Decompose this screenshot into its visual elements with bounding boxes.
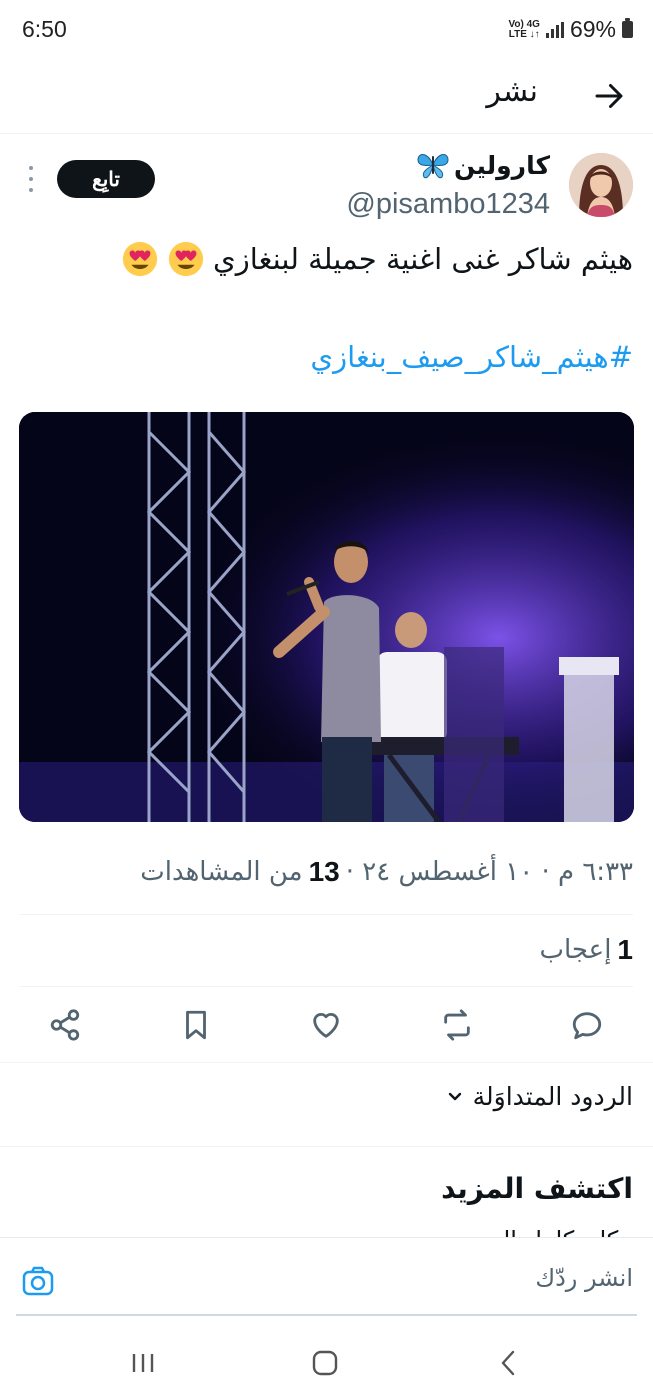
sort-label: الردود المتداوَلة: [472, 1082, 633, 1111]
discover-heading: اكتشف المزيد: [441, 1172, 633, 1205]
reply-underline: [16, 1314, 637, 1316]
follow-button[interactable]: تابِع: [57, 160, 155, 198]
like-icon[interactable]: [309, 1008, 343, 1042]
battery-percent: 69%: [569, 16, 616, 42]
views-count: 13: [308, 856, 340, 887]
divider: [20, 986, 633, 987]
arrow-right-icon[interactable]: [591, 78, 627, 114]
likes-count: 1: [617, 934, 633, 965]
heart-eyes-icon: [122, 241, 158, 277]
likes-row[interactable]: 1 إعجاب: [540, 934, 634, 966]
signal-icon: [545, 21, 564, 38]
timestamp[interactable]: ٦:٣٣ م · ١٠ أغسطس ٢٤ ·: [346, 857, 633, 887]
tweet-meta: ٦:٣٣ م · ١٠ أغسطس ٢٤ · 13 من المشاهدات: [140, 856, 633, 888]
tweet-actions: [0, 1004, 653, 1048]
recent-apps-icon[interactable]: [128, 1348, 158, 1378]
divider: [20, 914, 633, 915]
chevron-down-icon: [448, 1092, 461, 1100]
user-handle[interactable]: @pisambo1234: [346, 188, 550, 221]
tweet-photo[interactable]: [19, 412, 634, 822]
reply-icon[interactable]: [570, 1008, 604, 1042]
avatar[interactable]: [569, 153, 633, 217]
divider: [0, 1062, 653, 1063]
share-icon[interactable]: [48, 1008, 82, 1042]
back-icon[interactable]: [494, 1348, 524, 1378]
header: نشر: [0, 60, 653, 134]
more-options-icon[interactable]: [26, 166, 36, 192]
page-title: نشر: [486, 74, 538, 109]
status-bar: 6:50 Vo) 4G LTE ↓↑ 69%: [0, 0, 653, 60]
system-nav-bar: [0, 1320, 653, 1400]
replies-sort-dropdown[interactable]: الردود المتداوَلة: [447, 1082, 633, 1111]
heart-eyes-icon: [168, 241, 204, 277]
divider: [0, 1146, 653, 1147]
network-indicator: Vo) 4G LTE ↓↑: [508, 18, 540, 40]
likes-label: إعجاب: [539, 935, 612, 965]
bookmark-icon[interactable]: [179, 1008, 213, 1042]
camera-icon[interactable]: [22, 1266, 54, 1296]
display-name[interactable]: كارولين: [416, 150, 550, 180]
battery-icon: [622, 18, 633, 38]
status-indicators: Vo) 4G LTE ↓↑ 69%: [508, 16, 633, 43]
views-label: من المشاهدات: [140, 857, 303, 887]
butterfly-icon: [417, 154, 449, 179]
home-icon[interactable]: [310, 1348, 340, 1378]
retweet-icon[interactable]: [440, 1008, 474, 1042]
tweet-text: هيثم شاكر غنى اغنية جميلة لبنغازي: [121, 240, 633, 278]
reply-bar: انشر ردّك: [0, 1237, 653, 1317]
hashtag-link[interactable]: #هيثم_شاكر_صيف_بنغازي: [310, 340, 633, 374]
reply-input[interactable]: انشر ردّك: [535, 1264, 633, 1292]
status-time: 6:50: [22, 16, 67, 42]
